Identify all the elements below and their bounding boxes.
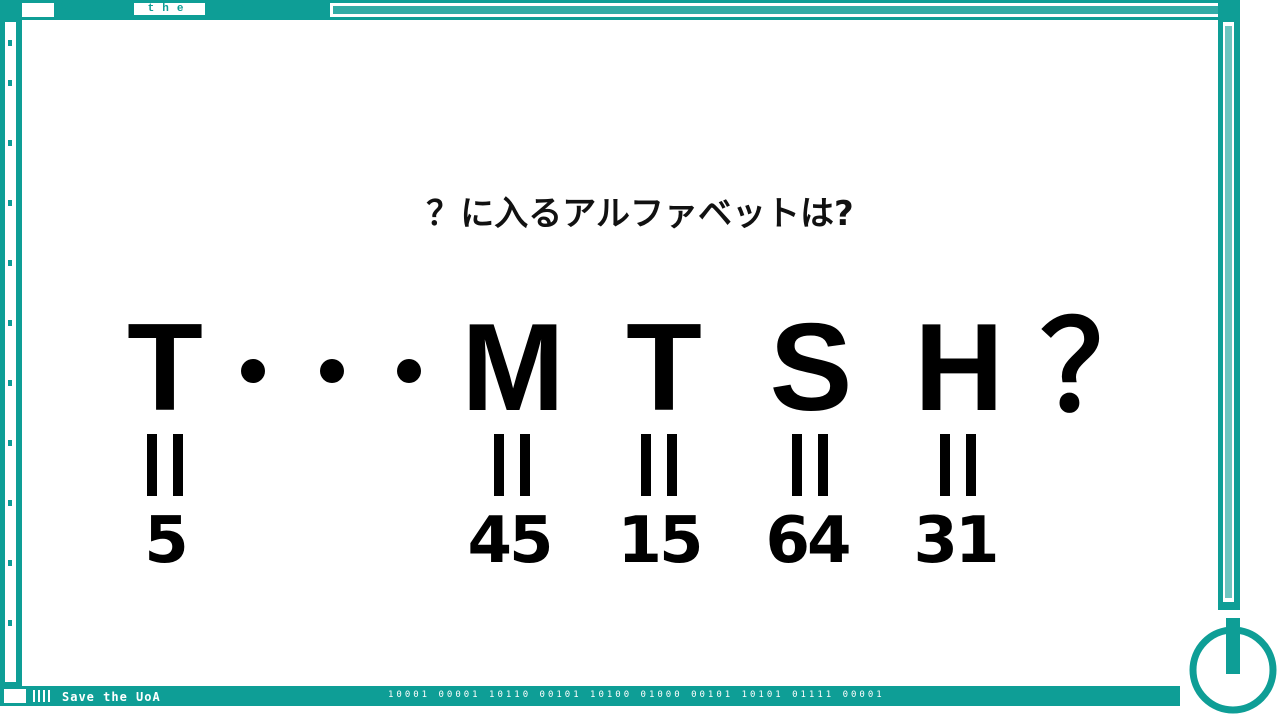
number-2: 45 [467,504,553,578]
brand-word-the: the [131,1,208,17]
equals-mark [487,434,537,496]
letter-unknown: ？ [1040,299,1165,437]
top-brand: SAVE the UoA [60,0,265,20]
equals-mark [140,434,190,496]
letter-2: M [461,299,565,437]
footer-brand-label: Save the UoA [62,690,161,704]
power-icon [1189,618,1277,714]
ellipsis-dot [397,359,421,383]
equals-mark [785,434,835,496]
footer-binary-digits: 10001 00001 10110 00101 10100 01000 0010… [388,690,885,700]
letter-3: T [626,299,702,437]
letter-5: H [914,299,1004,437]
letter-4: S [769,299,853,437]
equals-mark [634,434,684,496]
equals-mark [933,434,983,496]
ellipsis-dot [320,359,344,383]
number-5: 31 [913,504,999,578]
number-3: 15 [617,504,703,578]
brand-word-uoa: UoA [215,0,265,20]
ellipsis-dot [241,359,265,383]
letter-1: T [127,299,203,437]
number-4: 64 [765,504,851,578]
brand-word-save: SAVE [60,0,124,20]
number-1: 5 [144,504,189,578]
question-text: ？に入るアルファベットは? [426,194,854,234]
